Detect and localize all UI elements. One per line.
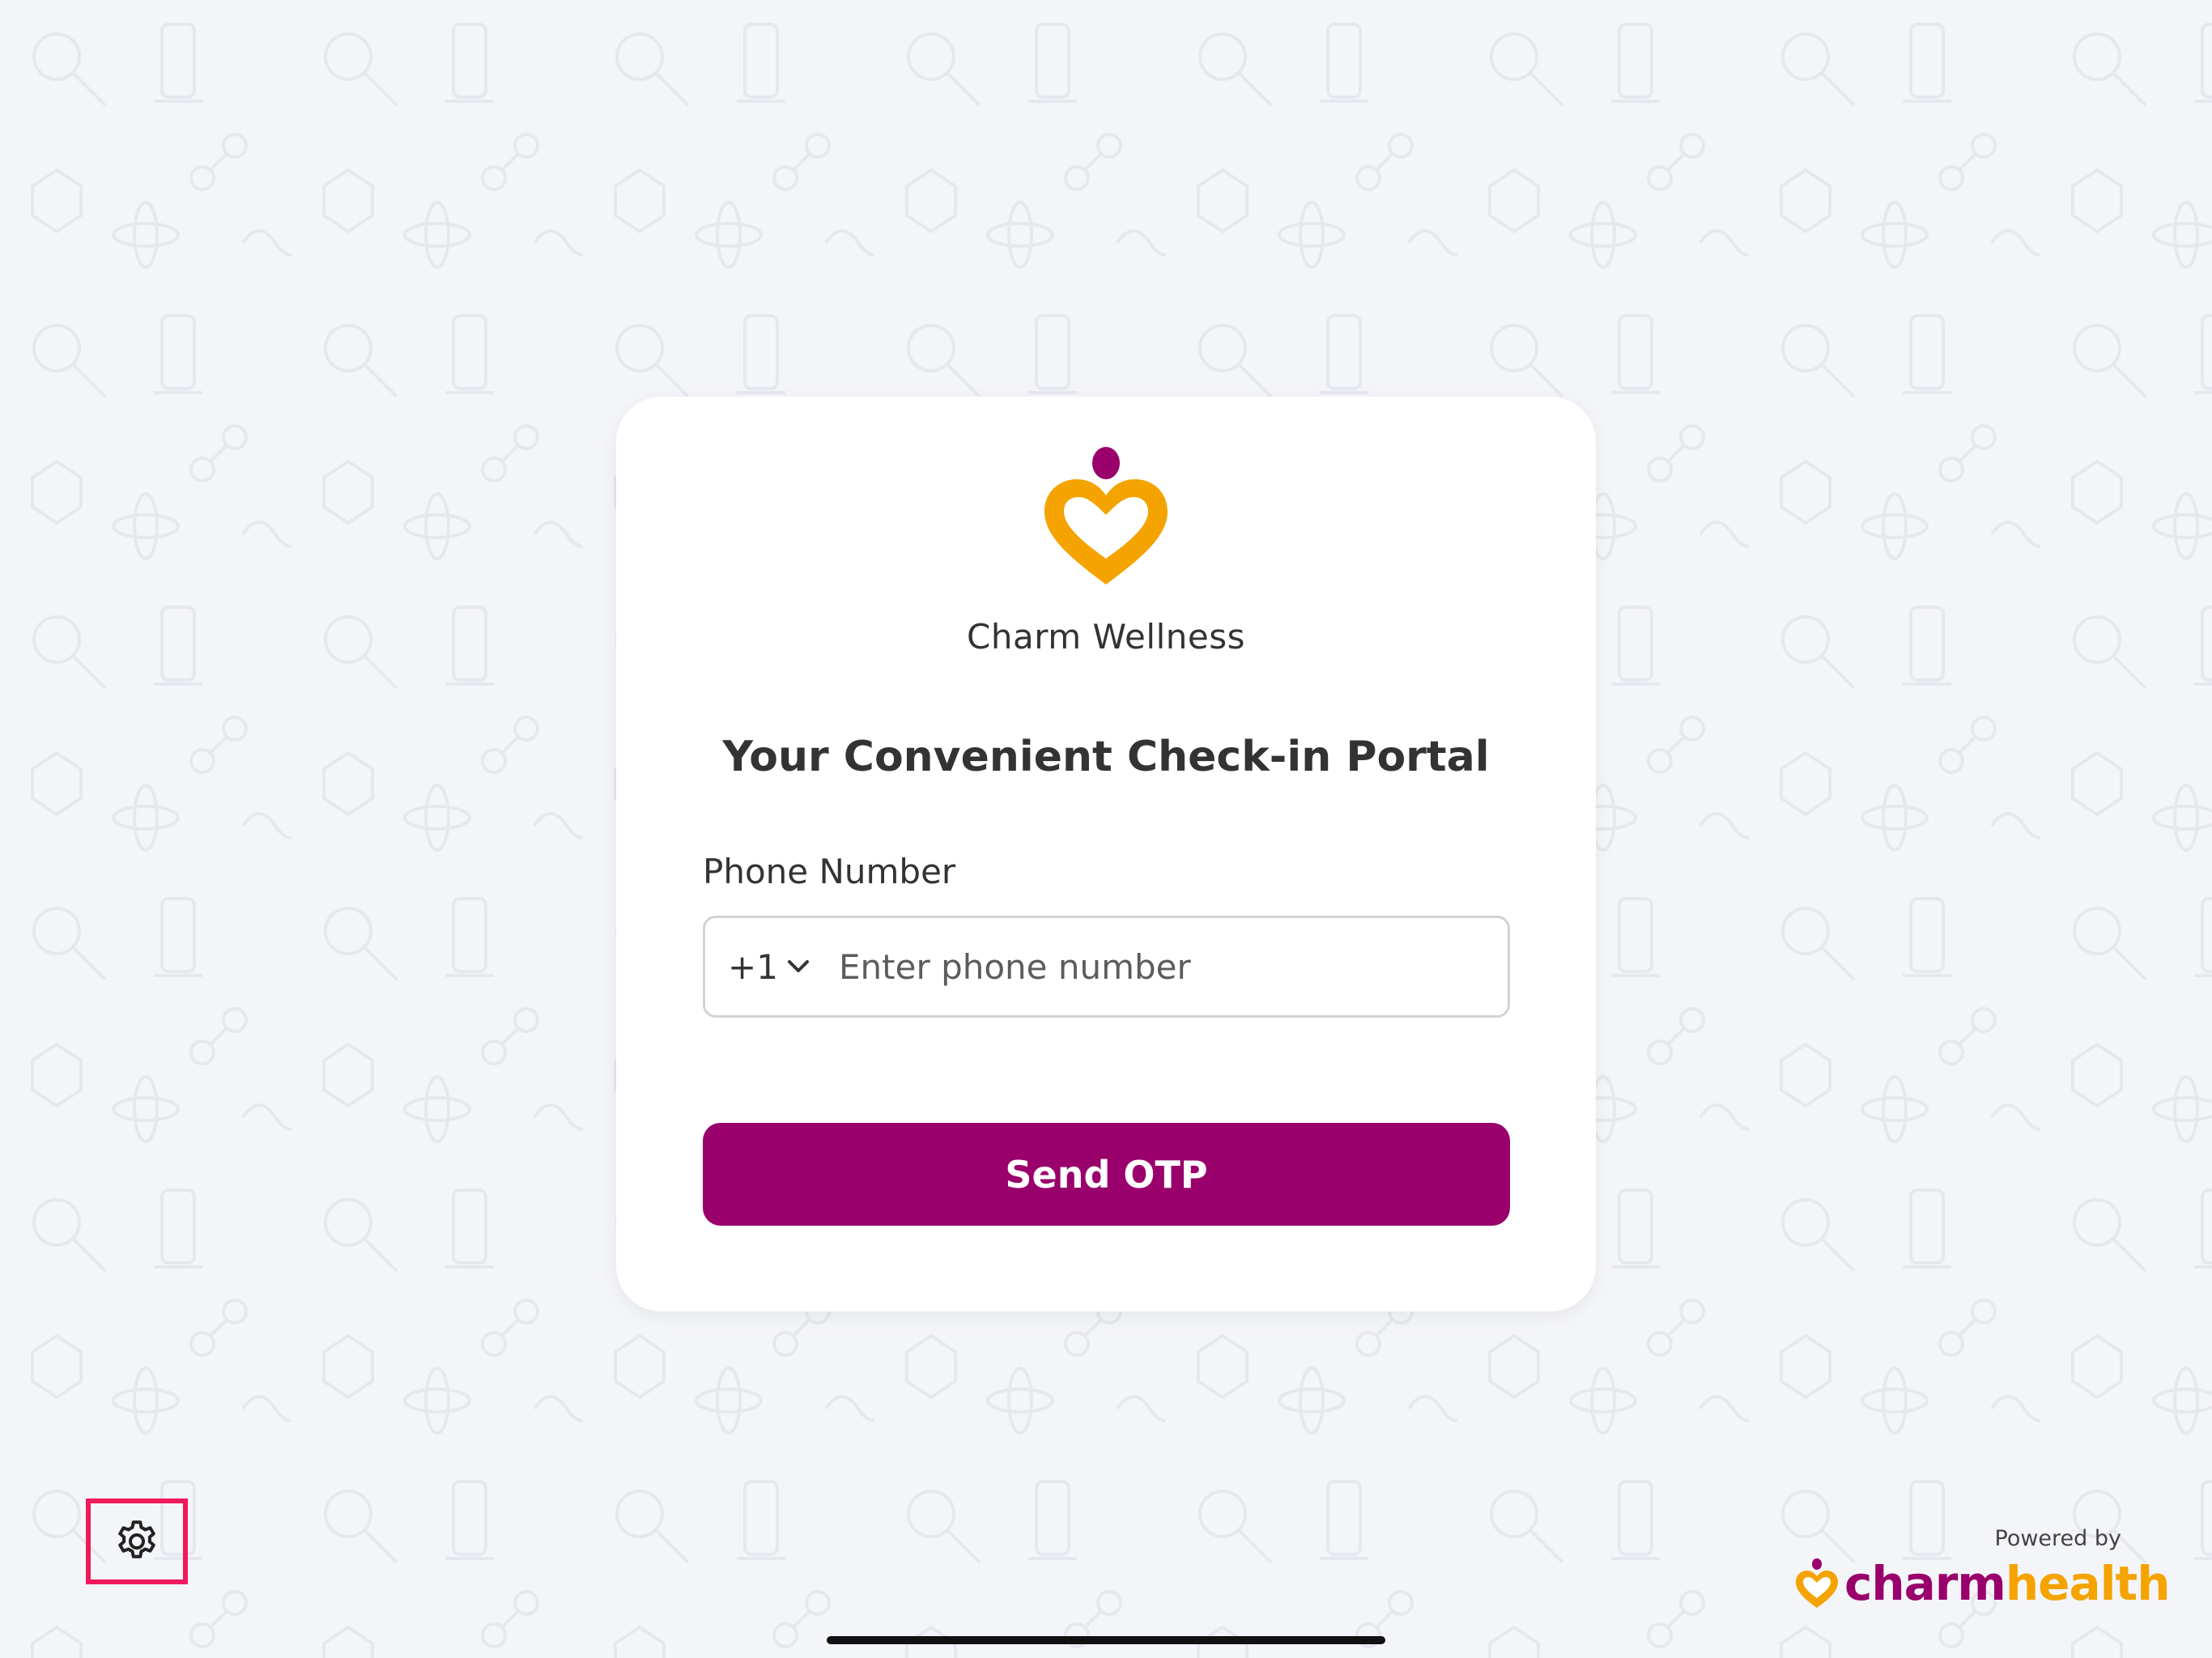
charmhealth-wordmark: charmhealth [1844, 1554, 2171, 1613]
chevron-down-icon[interactable] [785, 955, 812, 978]
charmhealth-heart-icon [1796, 1558, 1838, 1608]
phone-number-label: Phone Number [703, 852, 956, 891]
home-indicator[interactable] [827, 1636, 1385, 1644]
country-code-selector[interactable]: +1 [728, 918, 778, 1015]
charmhealth-logo: charmhealth [1794, 1554, 2171, 1613]
heart-logo-icon [1044, 447, 1168, 585]
phone-number-field: +1 [703, 916, 1510, 1018]
brand-charm: charm [1844, 1556, 2006, 1611]
phone-number-input[interactable] [839, 918, 1478, 1015]
send-otp-button[interactable]: Send OTP [703, 1123, 1510, 1226]
gear-icon [118, 1520, 155, 1558]
settings-button[interactable] [86, 1499, 188, 1584]
country-code-value: +1 [728, 946, 778, 987]
powered-by-label: Powered by [1994, 1526, 2122, 1551]
clinic-name: Charm Wellness [967, 617, 1245, 657]
brand-health: health [2005, 1556, 2171, 1611]
page-title: Your Convenient Check-in Portal [722, 733, 1490, 781]
login-card: Charm Wellness Your Convenient Check-in … [616, 397, 1596, 1312]
